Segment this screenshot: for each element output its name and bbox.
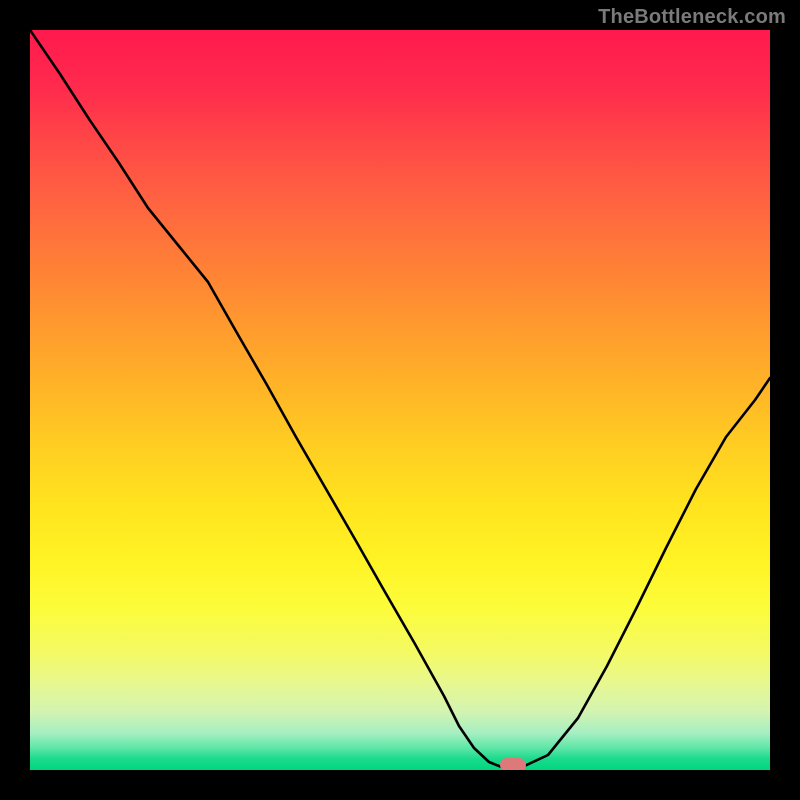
bottleneck-curve bbox=[30, 30, 770, 769]
watermark-text: TheBottleneck.com bbox=[598, 6, 786, 29]
optimal-marker bbox=[500, 758, 526, 770]
chart-stage: TheBottleneck.com bbox=[0, 0, 800, 800]
curve-layer bbox=[30, 30, 770, 770]
plot-area bbox=[30, 30, 770, 770]
